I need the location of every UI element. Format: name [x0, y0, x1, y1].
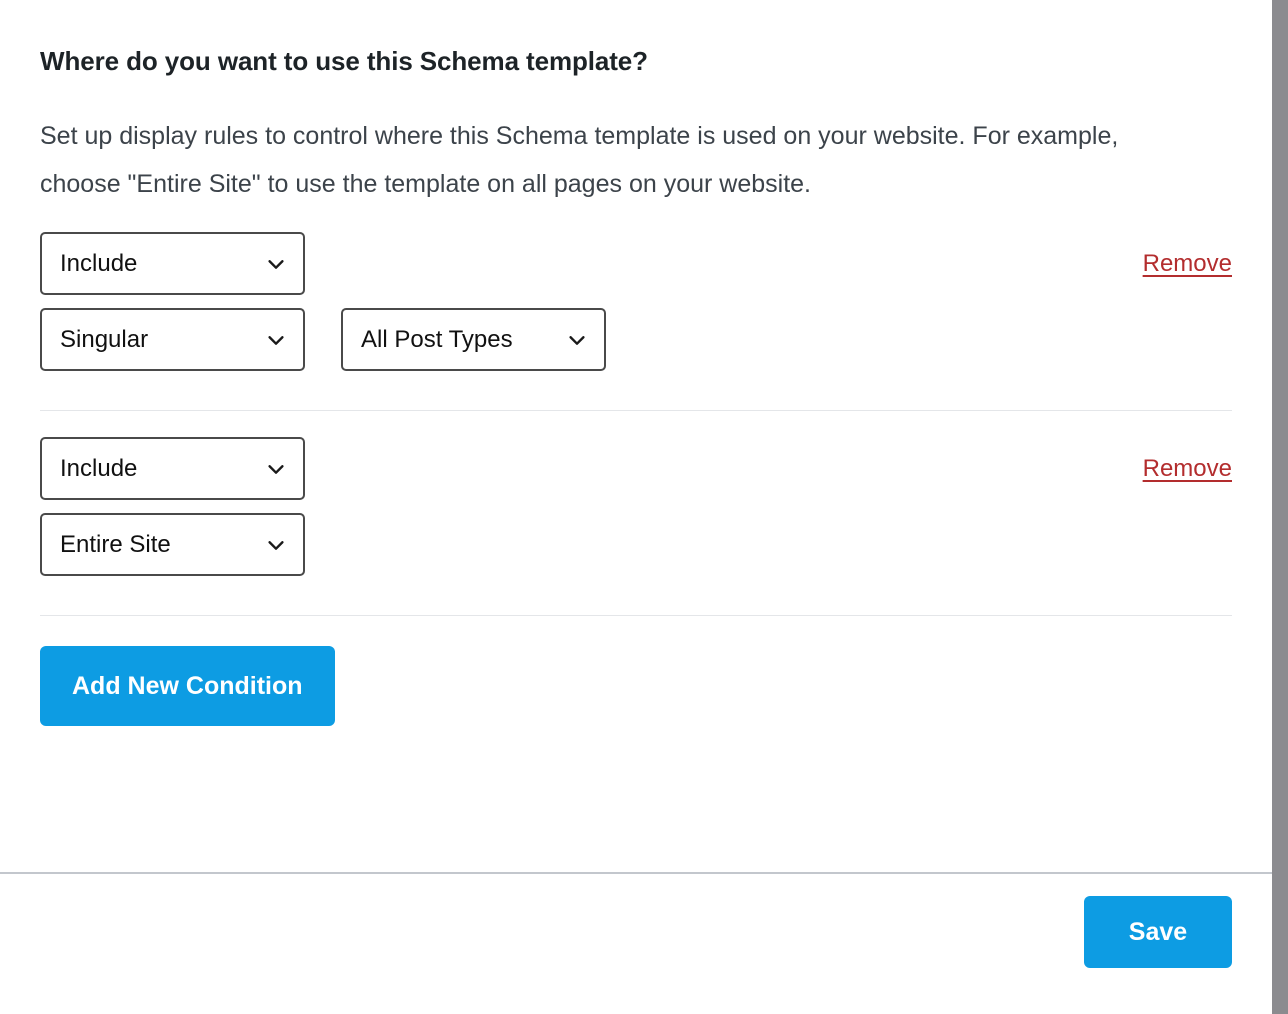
inclusion-select-value: Include	[60, 454, 138, 482]
page-description: Set up display rules to control where th…	[40, 122, 1119, 198]
scope-select-wrapper: Entire Site	[40, 513, 305, 576]
condition-row-scope: Singular All Post Types	[40, 308, 1232, 371]
scope-select[interactable]: Entire Site	[40, 513, 305, 576]
inclusion-select[interactable]: Include	[40, 232, 305, 295]
condition-rules-list: Include Singular All Post Types Remove I…	[40, 232, 1232, 616]
chevron-down-icon	[265, 534, 287, 556]
save-button[interactable]: Save	[1084, 896, 1232, 968]
inclusion-select-wrapper: Include	[40, 232, 305, 295]
target-select-wrapper: All Post Types	[341, 308, 606, 371]
condition-group: Include Singular All Post Types Remove	[40, 232, 1232, 410]
inclusion-select[interactable]: Include	[40, 437, 305, 500]
chevron-down-icon	[566, 329, 588, 351]
chevron-down-icon	[265, 329, 287, 351]
vertical-scrollbar-thumb[interactable]	[1272, 0, 1288, 1014]
rules-divider	[40, 615, 1232, 616]
display-rules-panel: Where do you want to use this Schema tem…	[0, 0, 1272, 1014]
post-type-select[interactable]: All Post Types	[341, 308, 606, 371]
chevron-down-icon	[265, 458, 287, 480]
scope-select-wrapper: Singular	[40, 308, 305, 371]
page-title: Where do you want to use this Schema tem…	[40, 46, 648, 76]
inclusion-select-wrapper: Include	[40, 437, 305, 500]
remove-condition-link[interactable]: Remove	[1143, 455, 1232, 483]
condition-group: Include Entire Site Remove	[40, 410, 1232, 615]
vertical-scrollbar-track[interactable]	[1272, 0, 1288, 1014]
footer-actions: Save	[0, 874, 1272, 1014]
chevron-down-icon	[265, 253, 287, 275]
inclusion-select-value: Include	[60, 249, 138, 277]
screen: Where do you want to use this Schema tem…	[0, 0, 1288, 1014]
condition-row-scope: Entire Site	[40, 513, 1232, 576]
add-new-condition-button[interactable]: Add New Condition	[40, 646, 335, 726]
scope-select-value: Entire Site	[60, 530, 171, 558]
post-type-select-value: All Post Types	[361, 325, 513, 353]
panel-footer: Save	[0, 872, 1272, 1014]
scope-select-value: Singular	[60, 325, 149, 353]
panel-body: Where do you want to use this Schema tem…	[0, 0, 1272, 762]
add-condition-row: Add New Condition	[40, 646, 1232, 762]
condition-row-inclusion: Include	[40, 437, 1232, 500]
scope-select[interactable]: Singular	[40, 308, 305, 371]
condition-row-inclusion: Include	[40, 232, 1232, 295]
remove-condition-link[interactable]: Remove	[1143, 250, 1232, 278]
